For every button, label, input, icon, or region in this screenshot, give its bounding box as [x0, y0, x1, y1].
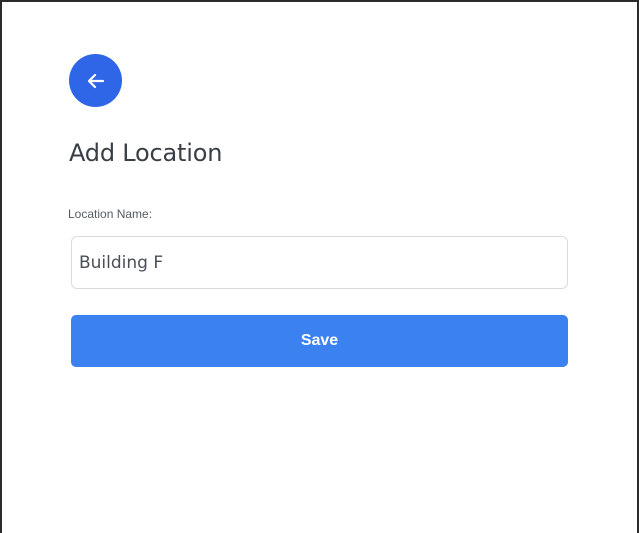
page-title: Add Location [69, 139, 223, 167]
back-button[interactable] [69, 54, 122, 107]
arrow-left-icon [87, 73, 104, 88]
save-button[interactable]: Save [71, 315, 568, 367]
window-frame: Add Location Location Name: Save [0, 0, 639, 533]
location-name-label: Location Name: [68, 207, 153, 221]
location-name-input[interactable] [71, 236, 568, 289]
